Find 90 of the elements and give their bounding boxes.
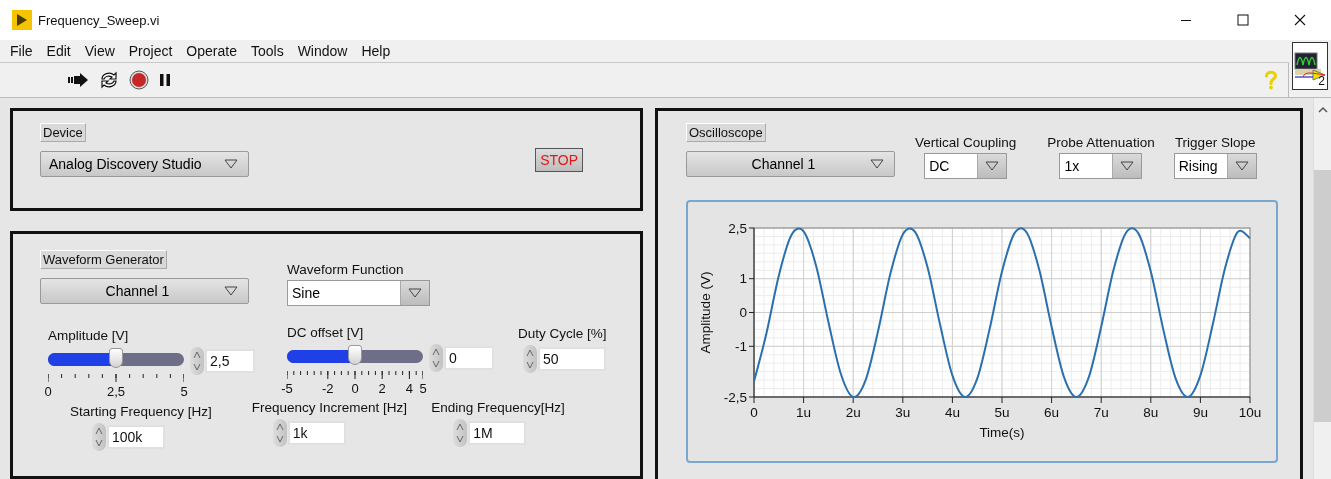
scale-label: 2,5 — [106, 384, 126, 399]
tick-label: -2,5 — [723, 389, 747, 405]
pause-icon[interactable] — [159, 73, 171, 87]
control-label: Trigger Slope — [1174, 135, 1256, 150]
vi-icon[interactable]: 2 — [1292, 42, 1328, 90]
menu-item[interactable]: Edit — [39, 43, 78, 59]
abort-icon[interactable] — [129, 70, 149, 90]
tick-label: 1 — [739, 271, 747, 287]
tick-label: 9u — [1192, 405, 1208, 420]
window-title: Frequency_Sweep.vi — [38, 12, 160, 28]
maximize-icon[interactable] — [1237, 14, 1249, 26]
scroll-thumb[interactable] — [1314, 170, 1331, 422]
control-label: DC offset [V] — [287, 325, 365, 340]
scale-label: -2 — [322, 381, 334, 396]
numeric-field[interactable]: 0 — [444, 346, 494, 370]
control-label: Probe Attenuation — [1047, 135, 1155, 150]
control-label: Frequency Increment [Hz] — [251, 400, 408, 415]
scale-label: 5 — [419, 381, 427, 396]
setting-dropdown[interactable]: 1x — [1059, 153, 1143, 179]
numeric-field[interactable]: 1M — [468, 421, 527, 445]
control-label: Duty Cycle [%] — [518, 326, 607, 341]
dropdown-arrow-icon — [870, 159, 884, 169]
spin-buttons[interactable] — [92, 423, 106, 451]
scale-label: -5 — [281, 381, 293, 396]
app-logo-icon — [12, 10, 32, 30]
channel-dropdown[interactable]: Channel 1 — [686, 151, 895, 177]
tick-label: 0 — [739, 305, 747, 320]
waveform-dropdown[interactable]: Sine — [287, 280, 430, 306]
control-label: Amplitude [V] — [48, 328, 130, 343]
menu-item[interactable]: Help — [354, 43, 398, 59]
tick-label: 1u — [796, 405, 812, 420]
tick-label: -1 — [735, 338, 747, 354]
scale-label: 0 — [44, 384, 52, 399]
menu-item[interactable]: Tools — [243, 43, 291, 59]
scrollbar[interactable] — [1313, 98, 1331, 479]
menu-item[interactable]: Window — [290, 43, 355, 59]
run-continuously-icon[interactable] — [99, 71, 119, 89]
slider-thumb[interactable] — [348, 345, 362, 365]
spin-buttons[interactable] — [190, 347, 204, 375]
setting-dropdown[interactable]: Rising — [1173, 153, 1257, 179]
spin-buttons[interactable] — [523, 345, 537, 373]
scale-label: 2 — [378, 381, 386, 396]
tick-label: 5u — [994, 405, 1010, 420]
setting-dropdown[interactable]: DC — [924, 153, 1008, 179]
close-icon[interactable] — [1294, 14, 1306, 26]
channel-dropdown[interactable]: Channel 1 — [40, 278, 249, 304]
slider-track[interactable] — [48, 348, 184, 370]
menu-item[interactable]: File — [3, 43, 40, 59]
tick-label: 0 — [750, 405, 758, 420]
scale-label: 4 — [405, 381, 413, 396]
numeric-field[interactable]: 50 — [538, 347, 606, 371]
tick-label: 2,5 — [728, 220, 747, 236]
section-label: Device — [40, 123, 86, 142]
axis-title: Amplitude (V) — [698, 271, 713, 354]
device-dropdown[interactable]: Analog Discovery Studio — [40, 151, 249, 177]
menu-item[interactable]: Project — [121, 43, 180, 59]
section-label: Waveform Generator — [40, 250, 167, 269]
dropdown-arrow-icon — [1234, 161, 1249, 171]
spin-buttons[interactable] — [272, 419, 287, 447]
control-label: Vertical Coupling — [915, 135, 1017, 150]
dropdown-arrow-icon — [408, 288, 422, 298]
numeric-field[interactable]: 2,5 — [205, 349, 255, 373]
spin-buttons[interactable] — [453, 419, 468, 447]
axis-title: Time(s) — [979, 425, 1025, 440]
tick-label: 2u — [845, 405, 861, 420]
tick-label: 8u — [1143, 405, 1159, 420]
spin-buttons[interactable] — [429, 344, 443, 372]
slider-thumb[interactable] — [109, 348, 123, 368]
control-label: Starting Frequency [Hz] — [70, 404, 212, 419]
menu-item[interactable]: View — [77, 43, 122, 59]
tick-label: 10u — [1238, 405, 1262, 420]
scroll-up-icon[interactable] — [1317, 106, 1328, 113]
control-label: Ending Frequency[Hz] — [431, 400, 565, 415]
dropdown-arrow-icon — [224, 159, 238, 169]
section-label: Oscilloscope — [686, 123, 766, 142]
slider-track[interactable] — [287, 345, 423, 367]
scale-label: 0 — [351, 381, 359, 396]
run-arrow-icon[interactable] — [67, 72, 89, 88]
control-label: Waveform Function — [287, 262, 404, 277]
numeric-field[interactable]: 100k — [107, 425, 165, 449]
numeric-field[interactable]: 1k — [287, 421, 346, 445]
tick-label: 7u — [1093, 405, 1109, 420]
tick-label: 3u — [895, 405, 911, 420]
dropdown-arrow-icon — [1120, 161, 1135, 171]
menu-item[interactable]: Operate — [179, 43, 244, 59]
dropdown-arrow-icon — [985, 161, 1000, 171]
scale-label: 5 — [180, 384, 188, 399]
tick-label: 4u — [944, 405, 960, 420]
dropdown-arrow-icon — [224, 286, 238, 296]
tick-label: 6u — [1044, 405, 1060, 420]
